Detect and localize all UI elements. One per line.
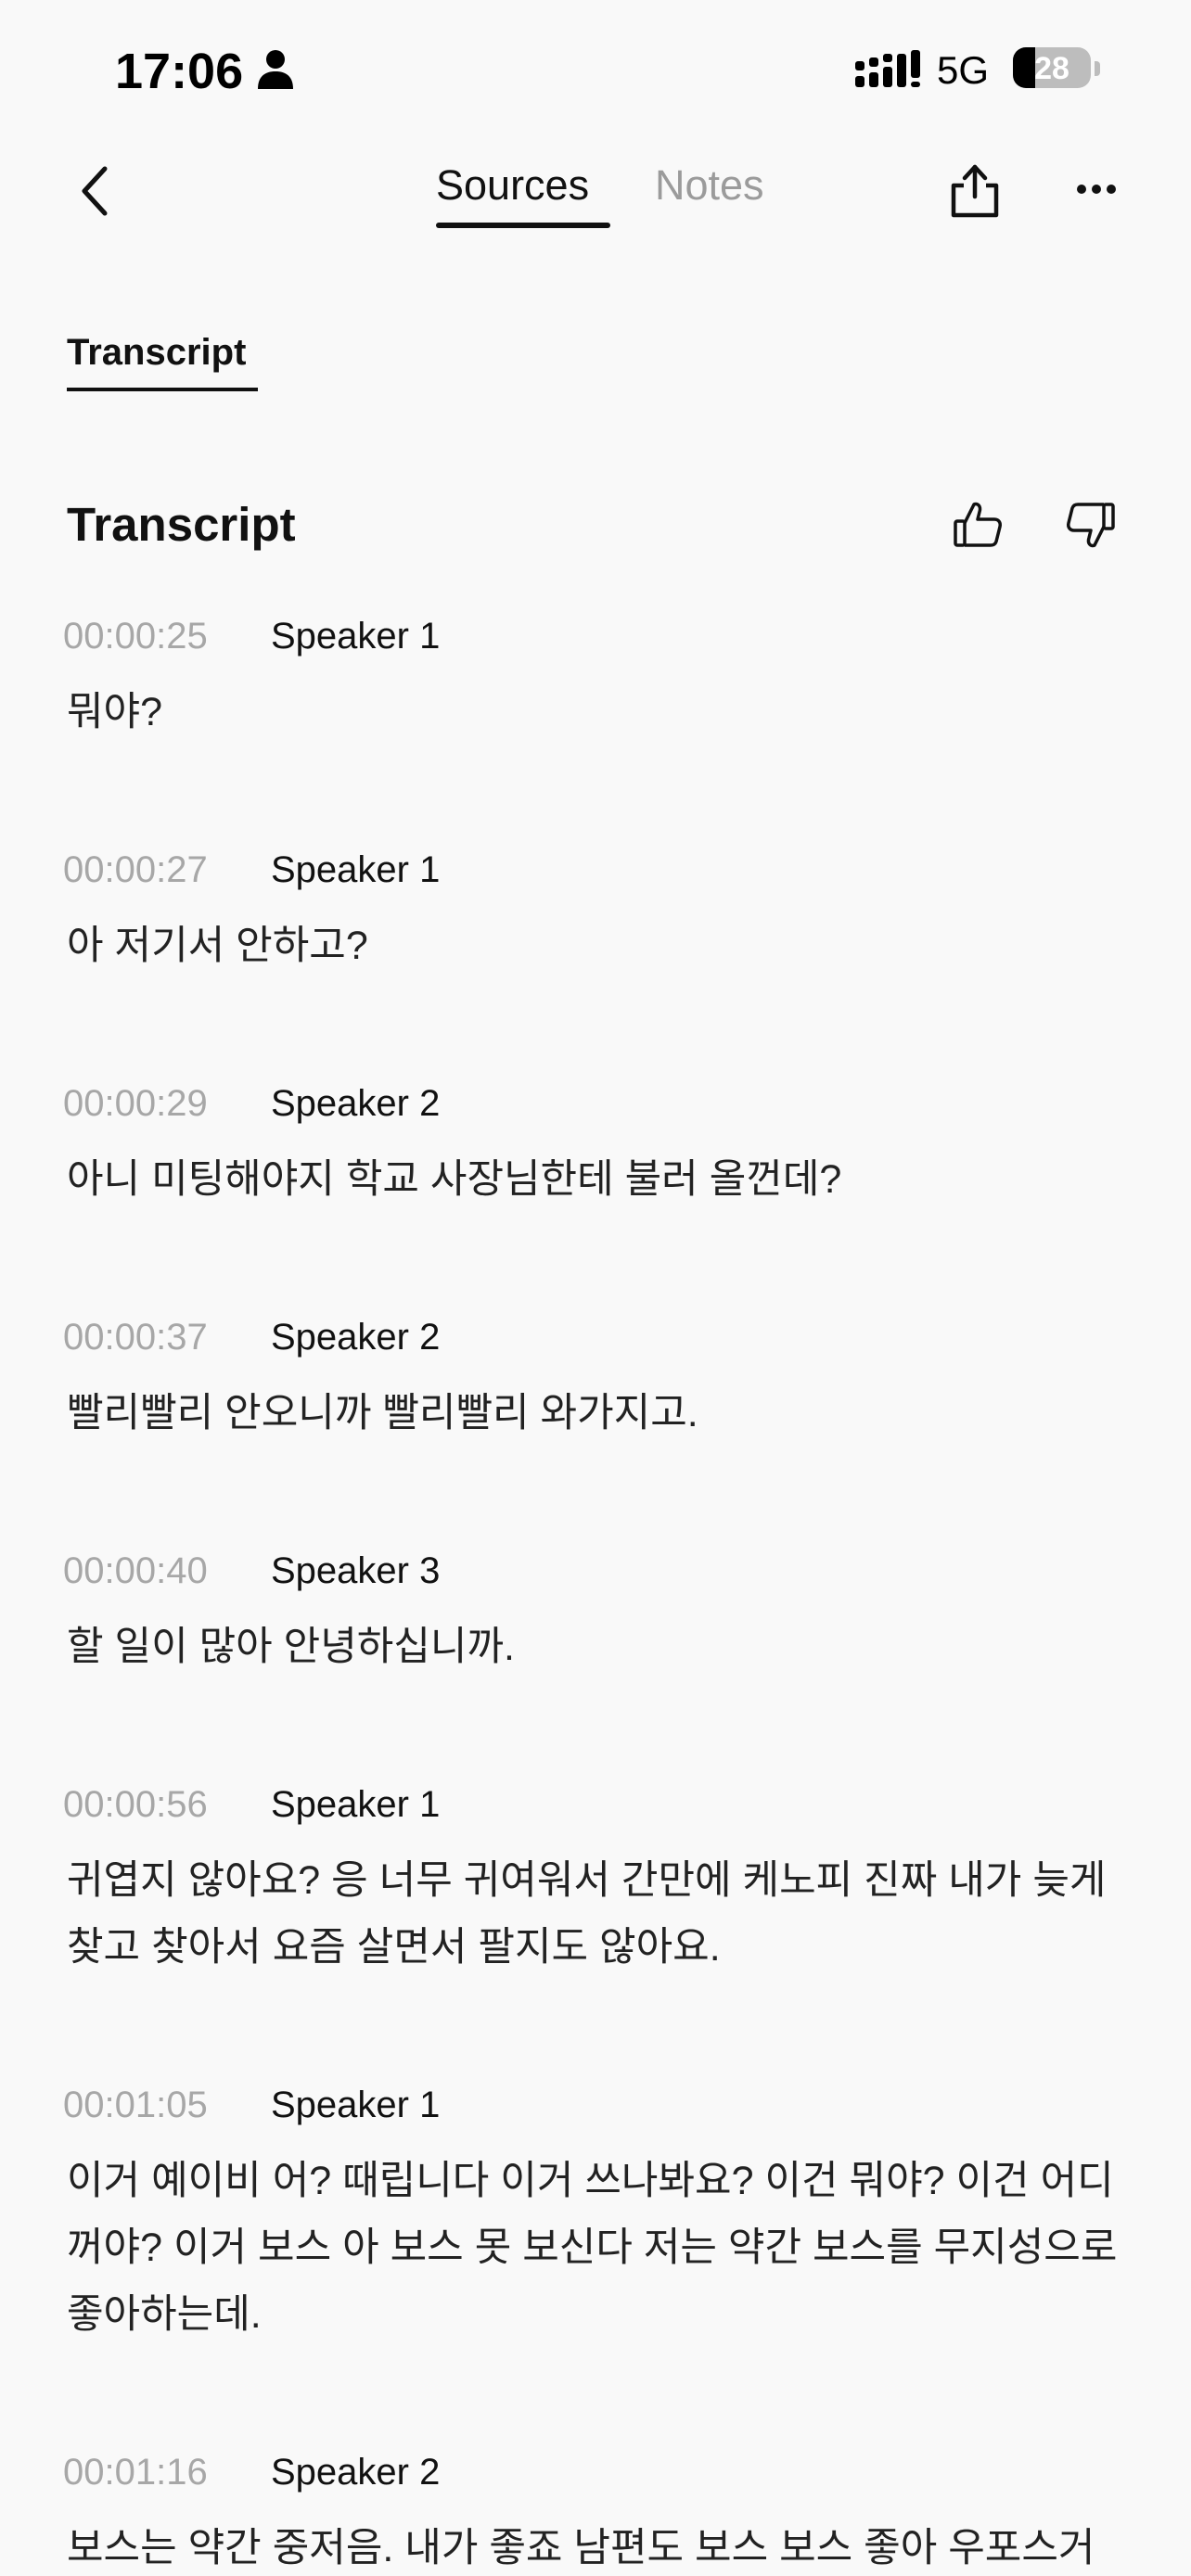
- battery-nub: [1095, 61, 1100, 76]
- battery-percent: 28: [1034, 51, 1069, 86]
- person-icon: [258, 50, 293, 89]
- entry-speaker: Speaker 3: [271, 1550, 441, 1591]
- entry-speaker: Speaker 1: [271, 616, 441, 657]
- entry-timestamp: 00:01:05: [63, 2085, 208, 2125]
- entry-text: 보스는 약간 중저음. 내가 좋죠 남편도 보스 보스 좋아 우포스거: [67, 2526, 1095, 2570]
- entry-text: 아니 미팅해야지 학교 사장님한테 불러 올껀데?: [67, 1157, 842, 1202]
- network-label: 5G: [937, 48, 990, 92]
- more-icon[interactable]: [1076, 178, 1117, 200]
- entry-text: 이거 예이비 어? 때립니다 이거 쓰나봐요? 이건 뭐야? 이건 어디꺼야? …: [67, 2159, 1118, 2337]
- share-icon[interactable]: [948, 159, 1002, 219]
- entry-timestamp: 00:01:16: [63, 2452, 208, 2493]
- entry-text: 귀엽지 않아요? 응 너무 귀여워서 간만에 케노피 진짜 내가 늦게 찾고 찾…: [67, 1858, 1107, 1970]
- entry-speaker: Speaker 2: [271, 1317, 441, 1358]
- entry-speaker: Speaker 1: [271, 2085, 441, 2125]
- tab-notes[interactable]: Notes: [655, 161, 764, 210]
- thumbs-up-icon[interactable]: [952, 499, 1004, 551]
- signal-icon: [855, 50, 920, 87]
- entry-speaker: Speaker 1: [271, 1784, 441, 1825]
- entry-speaker: Speaker 2: [271, 2452, 441, 2493]
- subtab-indicator: [67, 388, 258, 391]
- battery-icon: 28: [1013, 47, 1091, 88]
- entry-speaker: Speaker 2: [271, 1083, 441, 1124]
- entry-timestamp: 00:00:37: [63, 1317, 208, 1358]
- transcript-screen: 17:06 5G 28 Sources Notes Transcript Tra…: [0, 0, 1191, 2576]
- entry-timestamp: 00:00:56: [63, 1784, 208, 1825]
- subtab-transcript[interactable]: Transcript: [67, 332, 246, 374]
- active-tab-indicator: [436, 223, 610, 228]
- entry-timestamp: 00:00:27: [63, 849, 208, 890]
- entry-text: 뭐야?: [67, 690, 163, 734]
- entry-timestamp: 00:00:25: [63, 616, 208, 657]
- entry-text: 빨리빨리 안오니까 빨리빨리 와가지고.: [67, 1391, 698, 1435]
- entry-text: 아 저기서 안하고?: [67, 924, 368, 968]
- section-title: Transcript: [67, 498, 296, 551]
- entry-timestamp: 00:00:29: [63, 1083, 208, 1124]
- status-time: 17:06: [115, 44, 244, 99]
- entry-speaker: Speaker 1: [271, 849, 441, 890]
- back-button[interactable]: [69, 163, 121, 219]
- thumbs-down-icon[interactable]: [1065, 499, 1117, 551]
- entry-text: 할 일이 많아 안녕하십니까.: [67, 1625, 515, 1669]
- back-chevron-icon: [82, 166, 108, 216]
- entry-timestamp: 00:00:40: [63, 1550, 208, 1591]
- tab-sources[interactable]: Sources: [436, 161, 589, 210]
